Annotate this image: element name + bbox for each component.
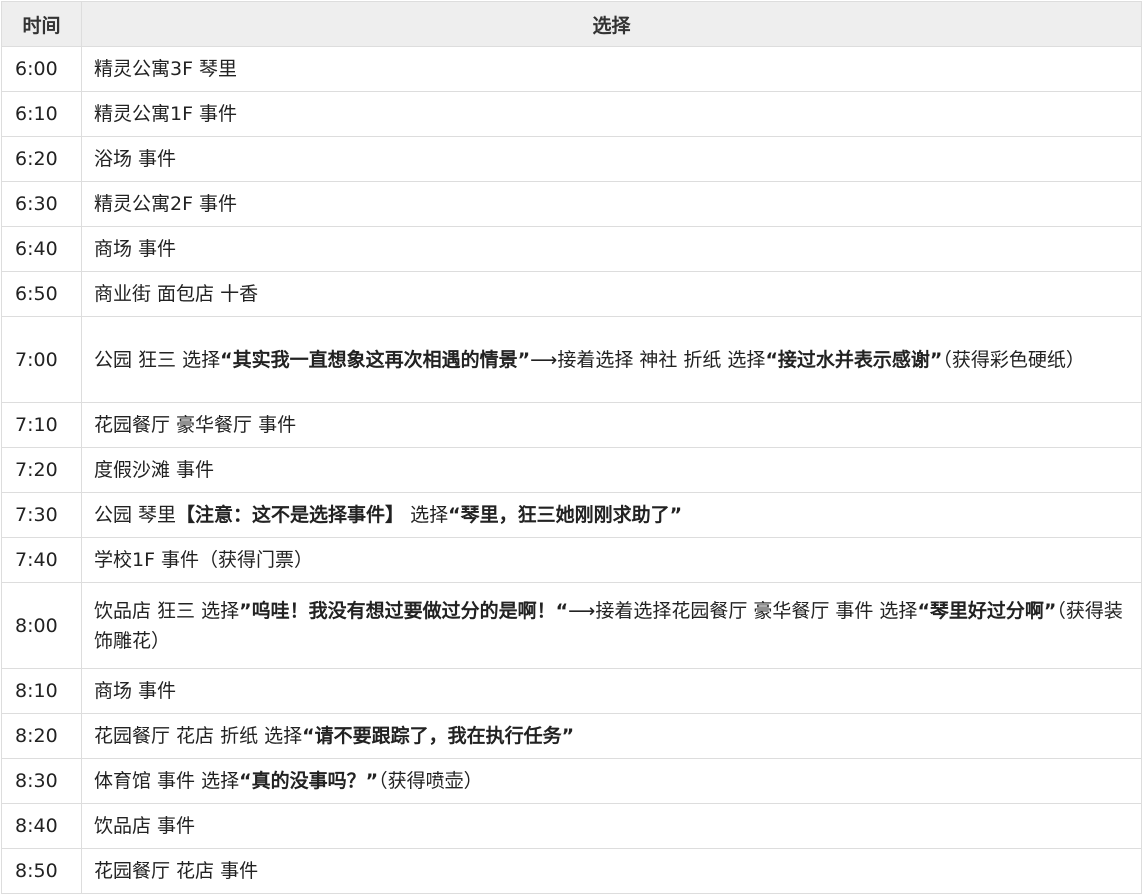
choice-text: 精灵公寓2F 事件 (94, 193, 238, 215)
table-row: 7:10 花园餐厅 豪华餐厅 事件 (1, 402, 1142, 448)
choice-text: ⟶接着选择花园餐厅 豪华餐厅 事件 选择 (568, 599, 918, 622)
table-row: 7:00 公园 狂三 选择“其实我一直想象这再次相遇的情景”⟶接着选择 神社 折纸… (1, 316, 1142, 403)
choice-text: 饮品店 事件 (94, 815, 196, 837)
table-row: 8:40 饮品店 事件 (1, 803, 1142, 849)
time-cell: 8:30 (1, 758, 82, 804)
table-row: 7:40 学校1F 事件（获得门票） (1, 537, 1142, 583)
time-cell: 6:30 (1, 181, 82, 227)
choice-text-bold: 【注意：这不是选择事件】 (176, 504, 405, 526)
choice-text: 商业街 面包店 十香 (94, 283, 259, 305)
table-row: 8:30 体育馆 事件 选择“真的没事吗？”（获得喷壶） (1, 758, 1142, 804)
choice-text: 体育馆 事件 选择 (94, 770, 240, 792)
table-row: 7:20 度假沙滩 事件 (1, 447, 1142, 493)
choice-cell: 商场 事件 (81, 668, 1142, 714)
time-cell: 6:20 (1, 136, 82, 182)
table-row: 6:30 精灵公寓2F 事件 (1, 181, 1142, 227)
table-row: 8:20 花园餐厅 花店 折纸 选择“请不要跟踪了，我在执行任务” (1, 713, 1142, 759)
choice-text-bold: “接过水并表示感谢” (765, 348, 943, 371)
choice-cell: 精灵公寓3F 琴里 (81, 46, 1142, 92)
time-cell: 8:50 (1, 848, 82, 894)
choice-cell: 公园 琴里【注意：这不是选择事件】 选择“琴里，狂三她刚刚求助了” (81, 492, 1142, 538)
header-choice: 选择 (81, 1, 1142, 47)
table-row: 8:10 商场 事件 (1, 668, 1142, 714)
table-row: 6:50 商业街 面包店 十香 (1, 271, 1142, 317)
choice-text: 浴场 事件 (94, 148, 177, 170)
table-row: 7:30 公园 琴里【注意：这不是选择事件】 选择“琴里，狂三她刚刚求助了” (1, 492, 1142, 538)
choice-cell: 商业街 面包店 十香 (81, 271, 1142, 317)
choice-text-bold: “真的没事吗？” (239, 770, 379, 792)
choice-cell: 饮品店 事件 (81, 803, 1142, 849)
table-row: 6:40 商场 事件 (1, 226, 1142, 272)
choice-cell: 公园 狂三 选择“其实我一直想象这再次相遇的情景”⟶接着选择 神社 折纸 选择“… (81, 316, 1142, 403)
choice-cell: 花园餐厅 豪华餐厅 事件 (81, 402, 1142, 448)
time-cell: 7:40 (1, 537, 82, 583)
choice-text-bold: ”呜哇！我没有想过要做过分的是啊！“ (239, 599, 569, 622)
header-time: 时间 (1, 1, 82, 47)
choice-text: 商场 事件 (94, 238, 177, 260)
choice-cell: 花园餐厅 花店 折纸 选择“请不要跟踪了，我在执行任务” (81, 713, 1142, 759)
choice-cell: 精灵公寓2F 事件 (81, 181, 1142, 227)
header-row: 时间 选择 (1, 1, 1142, 47)
choice-cell: 精灵公寓1F 事件 (81, 91, 1142, 137)
choice-text: ⟶接着选择 神社 折纸 选择 (530, 348, 766, 371)
choice-text: 花园餐厅 花店 事件 (94, 860, 259, 882)
choice-text: 花园餐厅 豪华餐厅 事件 (94, 414, 297, 436)
choice-text-bold: “琴里，狂三她刚刚求助了” (448, 504, 683, 526)
time-cell: 7:10 (1, 402, 82, 448)
time-cell: 7:30 (1, 492, 82, 538)
time-cell: 6:00 (1, 46, 82, 92)
time-cell: 8:00 (1, 582, 82, 669)
time-cell: 7:20 (1, 447, 82, 493)
choice-text: 饮品店 狂三 选择 (94, 599, 240, 622)
table-row: 6:10 精灵公寓1F 事件 (1, 91, 1142, 137)
choice-cell: 花园餐厅 花店 事件 (81, 848, 1142, 894)
choice-cell: 商场 事件 (81, 226, 1142, 272)
choice-cell: 度假沙滩 事件 (81, 447, 1142, 493)
choice-text: （获得彩色硬纸） (942, 348, 1085, 371)
choice-text: 选择 (404, 504, 449, 526)
choice-text-bold: “其实我一直想象这再次相遇的情景” (220, 348, 531, 371)
choice-text: 度假沙滩 事件 (94, 459, 215, 481)
choice-text: 花园餐厅 花店 折纸 选择 (94, 725, 303, 747)
time-cell: 8:10 (1, 668, 82, 714)
choice-text: 学校1F 事件（获得门票） (94, 549, 314, 571)
table-row: 6:20 浴场 事件 (1, 136, 1142, 182)
time-cell: 6:10 (1, 91, 82, 137)
time-cell: 7:00 (1, 316, 82, 403)
choice-text: 商场 事件 (94, 680, 177, 702)
choice-cell: 学校1F 事件（获得门票） (81, 537, 1142, 583)
choice-cell: 饮品店 狂三 选择”呜哇！我没有想过要做过分的是啊！“⟶接着选择花园餐厅 豪华餐… (81, 582, 1142, 669)
choice-cell: 体育馆 事件 选择“真的没事吗？”（获得喷壶） (81, 758, 1142, 804)
choice-text: 公园 狂三 选择 (94, 348, 221, 371)
choice-text: 精灵公寓3F 琴里 (94, 58, 238, 80)
table-body: 6:00 精灵公寓3F 琴里 6:10 精灵公寓1F 事件 6:20 浴场 事件 6:30 精… (1, 46, 1142, 894)
choice-text: 精灵公寓1F 事件 (94, 103, 238, 125)
choice-cell: 浴场 事件 (81, 136, 1142, 182)
table-row: 8:50 花园餐厅 花店 事件 (1, 848, 1142, 894)
time-cell: 6:50 (1, 271, 82, 317)
schedule-table: 时间 选择 6:00 精灵公寓3F 琴里 6:10 精灵公寓1F 事件 6:20 浴场 事… (1, 1, 1142, 894)
choice-text: 公园 琴里 (94, 504, 177, 526)
table-row: 8:00 饮品店 狂三 选择”呜哇！我没有想过要做过分的是啊！“⟶接着选择花园餐厅… (1, 582, 1142, 669)
time-cell: 8:20 (1, 713, 82, 759)
choice-text-bold: “琴里好过分啊” (917, 599, 1057, 622)
choice-text: （获得喷壶） (378, 770, 483, 792)
table-row: 6:00 精灵公寓3F 琴里 (1, 46, 1142, 92)
time-cell: 6:40 (1, 226, 82, 272)
time-cell: 8:40 (1, 803, 82, 849)
choice-text-bold: “请不要跟踪了，我在执行任务” (302, 725, 575, 747)
